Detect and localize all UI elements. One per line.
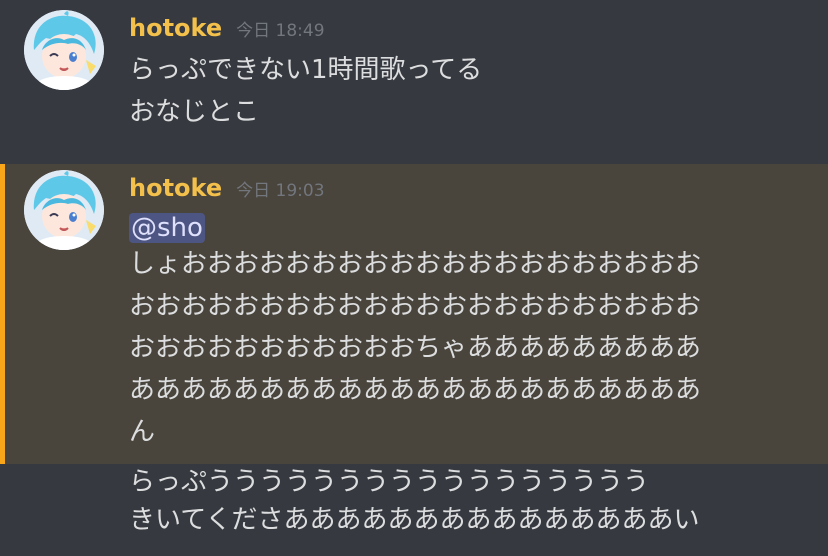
timestamp: 今日 19:03 xyxy=(236,181,325,201)
mention-highlight-bar xyxy=(0,164,5,464)
message-group-mentioned: hotoke 今日 19:03 @sho しょおおおおおおおおおおおおおおおおおお… xyxy=(0,164,828,464)
anime-avatar-icon xyxy=(24,170,104,250)
avatar[interactable] xyxy=(24,170,104,250)
username[interactable]: hotoke xyxy=(129,14,222,42)
message-text: きいてくださあああああああああああああああい xyxy=(129,505,700,535)
anime-avatar-icon xyxy=(24,10,104,90)
message-header: hotoke 今日 19:03 xyxy=(129,174,325,202)
avatar[interactable] xyxy=(24,10,104,90)
mention-line: @sho xyxy=(129,210,205,246)
user-mention[interactable]: @sho xyxy=(129,213,205,243)
message-text: らっぷううううううううううううううううう xyxy=(129,467,650,497)
message-header: hotoke 今日 18:49 xyxy=(129,14,325,42)
message-group-1: hotoke 今日 18:49 らっぷできない1時間歌ってる おなじとこ xyxy=(0,0,828,164)
message-text: ああああああああああああああああああああああ xyxy=(129,375,702,405)
message-text: おなじとこ xyxy=(129,97,260,127)
timestamp: 今日 18:49 xyxy=(236,21,325,41)
message-text: ん xyxy=(129,417,156,447)
message-text: おおおおおおおおおおおおおおおおおおおおおお xyxy=(129,291,702,321)
message-text: らっぷできない1時間歌ってる xyxy=(129,55,483,85)
message-text: おおおおおおおおおおおちゃあああああああああ xyxy=(129,333,702,363)
username[interactable]: hotoke xyxy=(129,174,222,202)
message-text: しょおおおおおおおおおおおおおおおおおおおお xyxy=(129,249,702,279)
